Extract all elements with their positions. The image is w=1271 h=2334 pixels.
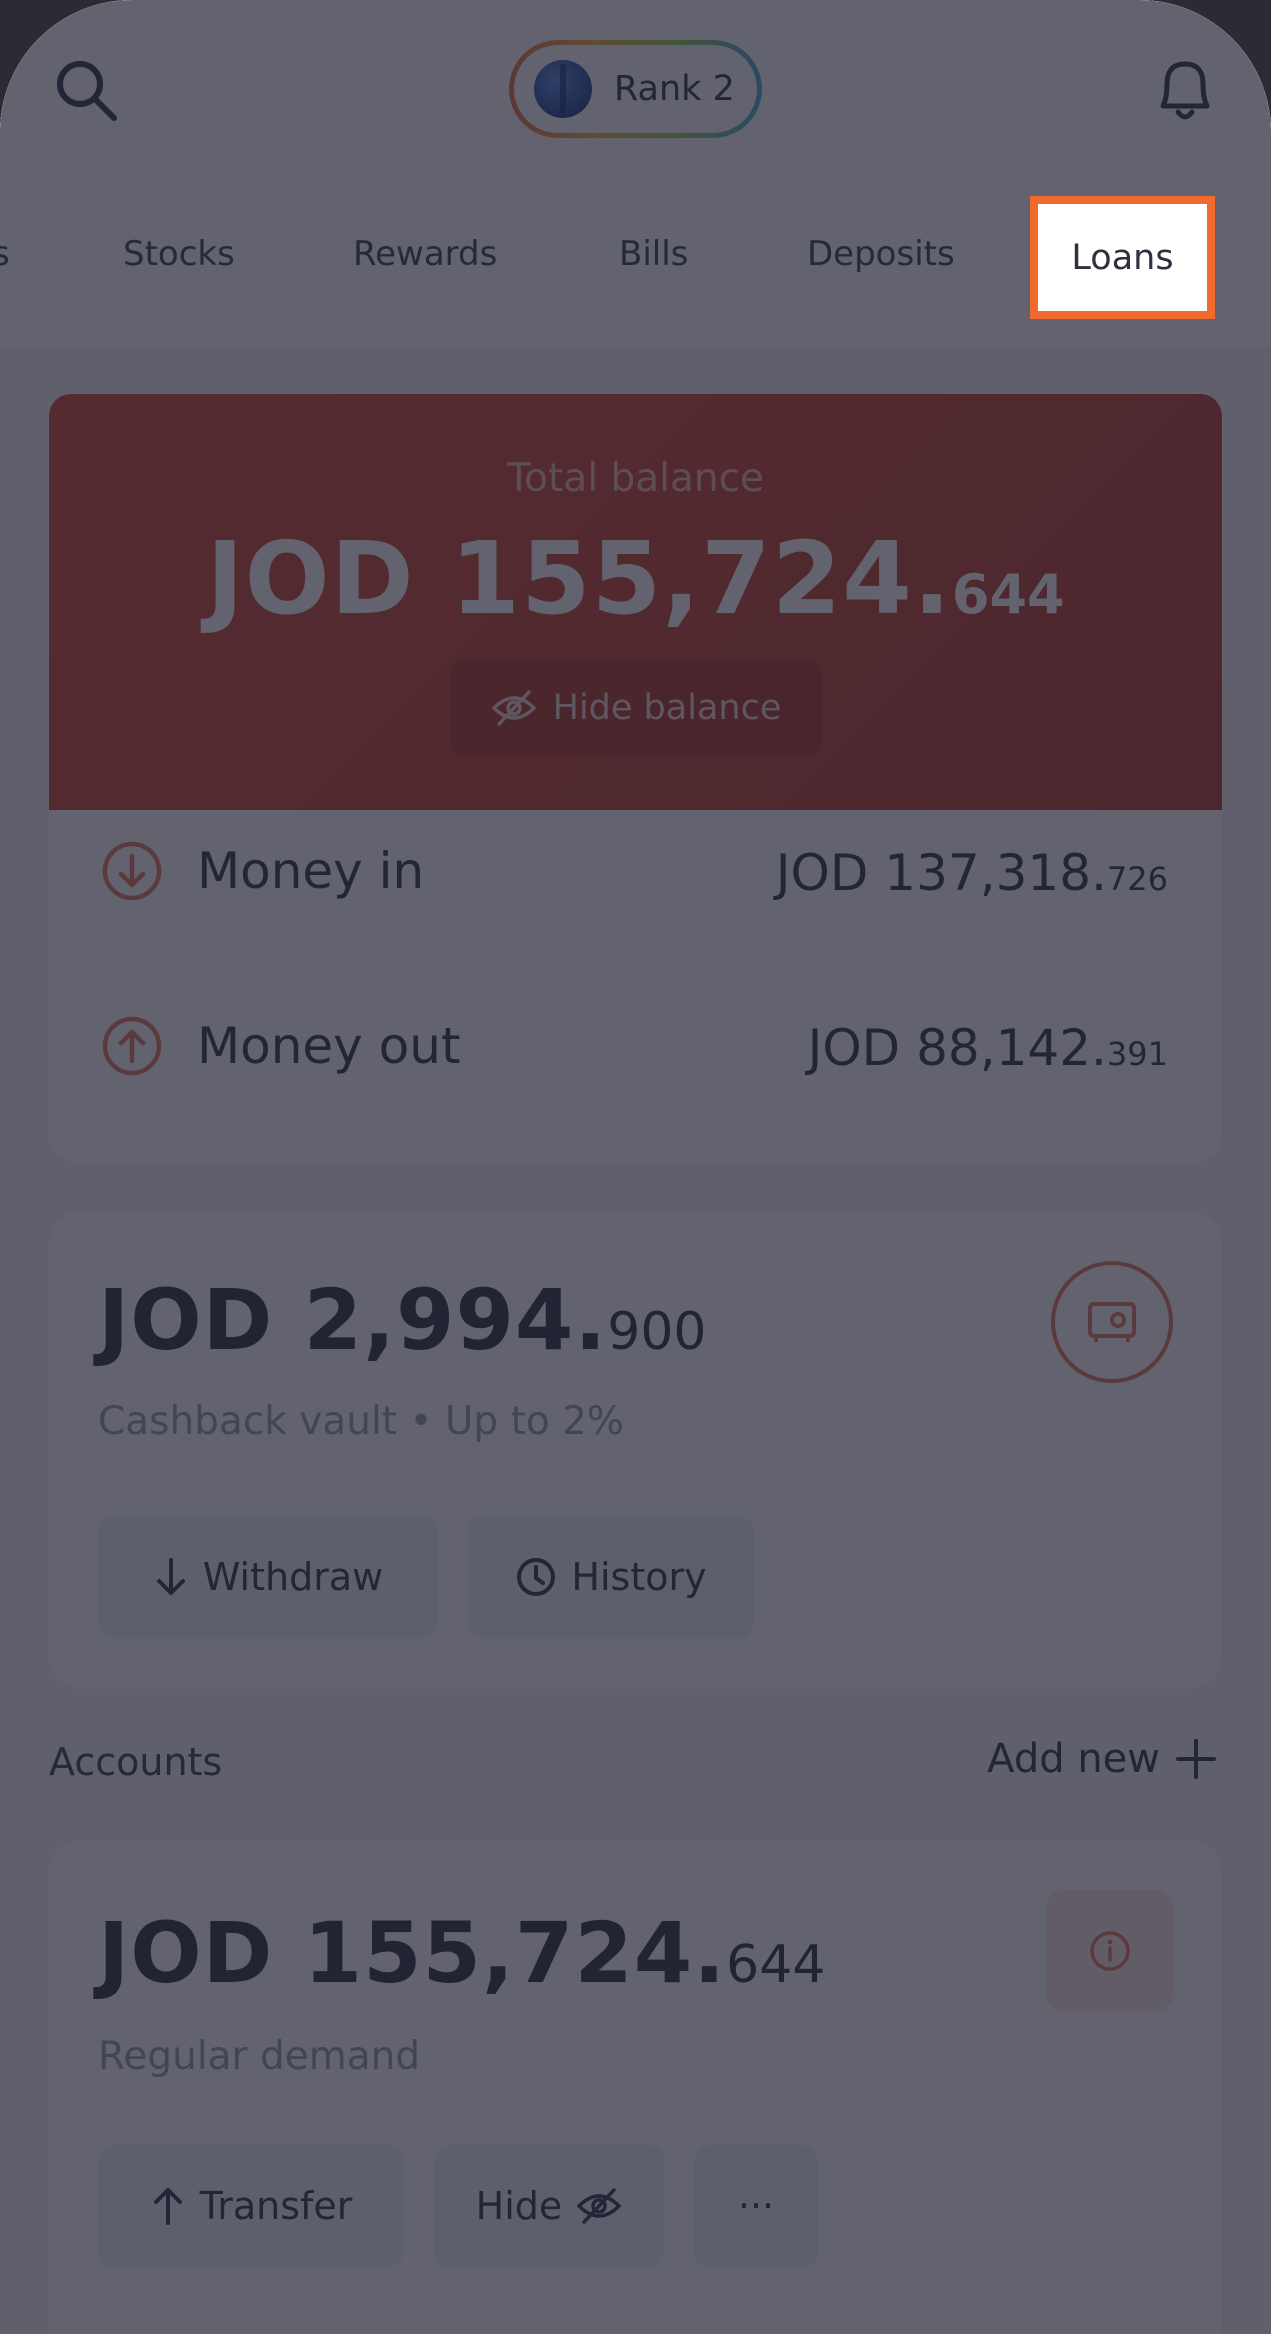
more-options-button[interactable]: ··· xyxy=(694,2145,818,2267)
money-in-cents: 726 xyxy=(1106,860,1168,898)
safe-icon xyxy=(1088,1302,1136,1342)
tab-rewards[interactable]: Rewards xyxy=(353,234,497,274)
rank-avatar xyxy=(534,60,592,118)
app-screen: Rank 2 s Stocks Rewards Bills Deposits T… xyxy=(0,0,1271,2334)
bell-icon[interactable] xyxy=(1153,54,1217,126)
money-out-row[interactable]: Money out JOD 88,142.391 xyxy=(49,985,1222,1105)
vault-button[interactable] xyxy=(1051,1261,1173,1383)
add-new-account-button[interactable]: Add new xyxy=(987,1736,1216,1782)
account-amount: JOD 155,724.644 xyxy=(98,1904,825,2002)
hide-account-button[interactable]: Hide xyxy=(434,2145,664,2267)
withdraw-button[interactable]: Withdraw xyxy=(98,1516,438,1638)
transfer-label: Transfer xyxy=(199,2184,353,2228)
account-amount-cents: 644 xyxy=(726,1935,826,1995)
money-out-cents: 391 xyxy=(1106,1035,1168,1073)
vault-subtitle: Cashback vault • Up to 2% xyxy=(98,1399,624,1444)
money-out-main: JOD 88,142. xyxy=(807,1019,1107,1077)
clock-icon xyxy=(517,1558,556,1596)
plus-icon xyxy=(1176,1739,1216,1779)
rank-badge[interactable]: Rank 2 xyxy=(509,40,762,138)
tab-stocks[interactable]: Stocks xyxy=(123,234,235,274)
total-balance-card: Total balance JOD 155,724.644 Hide balan… xyxy=(49,394,1222,810)
rank-label: Rank 2 xyxy=(614,69,735,109)
money-out-value: JOD 88,142.391 xyxy=(808,1019,1168,1077)
arrow-down-icon xyxy=(156,1558,185,1595)
hide-account-label: Hide xyxy=(475,2184,563,2228)
withdraw-label: Withdraw xyxy=(202,1555,384,1599)
more-options-label: ··· xyxy=(737,2184,775,2228)
money-out-label: Money out xyxy=(197,1017,461,1075)
account-type: Regular demand xyxy=(98,2034,421,2079)
tab-loans[interactable]: Loans xyxy=(1030,196,1215,319)
vault-amount: JOD 2,994.900 xyxy=(98,1271,707,1369)
cashback-vault-card: JOD 2,994.900 Cashback vault • Up to 2% … xyxy=(49,1211,1222,1689)
transfer-button[interactable]: Transfer xyxy=(98,2145,404,2267)
add-new-label: Add new xyxy=(987,1736,1160,1782)
hide-balance-label: Hide balance xyxy=(552,688,782,728)
account-amount-main: JOD 155,724. xyxy=(98,1904,727,2002)
eye-slash-icon xyxy=(576,2188,622,2224)
info-icon xyxy=(1089,1931,1130,1971)
hide-balance-button[interactable]: Hide balance xyxy=(450,659,822,757)
tab-deposits[interactable]: Deposits xyxy=(807,234,955,274)
money-in-main: JOD 137,318. xyxy=(775,844,1107,902)
arrow-up-circle-icon xyxy=(102,1016,162,1076)
history-label: History xyxy=(571,1555,707,1599)
tab-bills[interactable]: Bills xyxy=(619,234,688,274)
account-card: JOD 155,724.644 Regular demand Transfer … xyxy=(49,1840,1222,2334)
money-in-label: Money in xyxy=(197,842,425,900)
balance-main: JOD 155,724. xyxy=(206,520,952,637)
balance-cents: 644 xyxy=(951,563,1065,626)
eye-slash-icon xyxy=(491,690,537,726)
arrow-up-icon xyxy=(153,2188,182,2225)
money-in-row[interactable]: Money in JOD 137,318.726 xyxy=(49,810,1222,930)
total-balance-amount: JOD 155,724.644 xyxy=(49,520,1222,637)
accounts-section-label: Accounts xyxy=(49,1740,223,1784)
vault-amount-main: JOD 2,994. xyxy=(98,1271,608,1369)
search-icon[interactable] xyxy=(52,56,120,124)
history-button[interactable]: History xyxy=(468,1516,754,1638)
money-in-value: JOD 137,318.726 xyxy=(776,844,1168,902)
arrow-down-circle-icon xyxy=(102,841,162,901)
top-bar: Rank 2 xyxy=(0,0,1271,175)
account-info-button[interactable] xyxy=(1046,1890,1173,2012)
money-flow-card: Money in JOD 137,318.726 Money out JOD 8… xyxy=(49,810,1222,1162)
vault-amount-cents: 900 xyxy=(607,1302,707,1362)
tab-clipped[interactable]: s xyxy=(0,234,10,274)
total-balance-label: Total balance xyxy=(506,456,765,501)
